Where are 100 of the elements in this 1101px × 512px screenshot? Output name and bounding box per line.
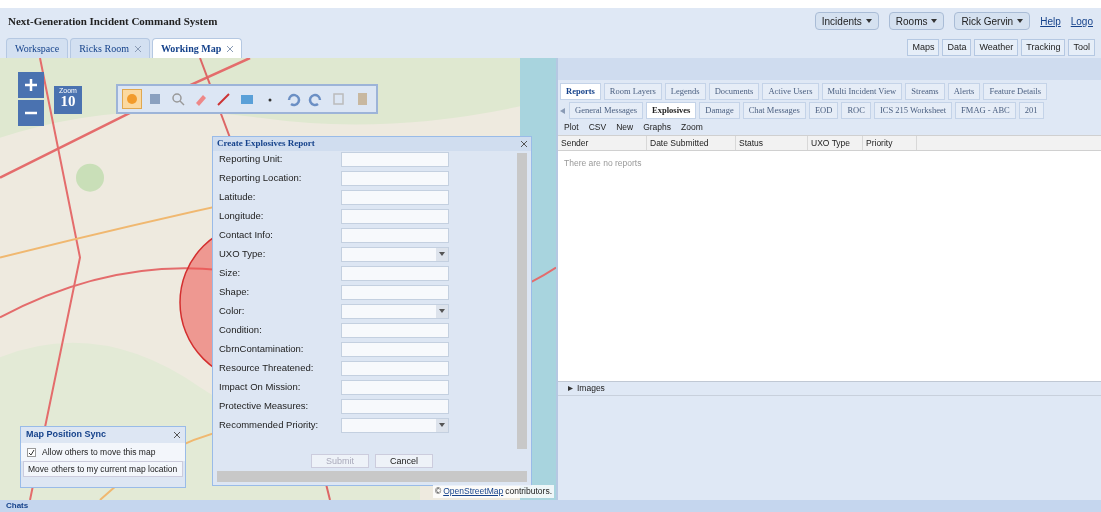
dropdown-icon [439,423,445,427]
scroll-left-icon[interactable] [560,107,566,114]
empty-message: There are no reports [564,158,642,168]
dropdown-icon [439,252,445,256]
tool-button[interactable]: Data [942,39,972,56]
field-label: Longitude: [219,208,265,223]
main-tab[interactable]: Ricks Room [70,38,150,58]
text-field[interactable] [341,379,449,395]
toolbar-button[interactable]: New [616,120,634,134]
sub-tab[interactable]: FMAG - ABC [955,102,1016,119]
column-header[interactable]: Status [736,136,808,150]
minus-icon [25,111,37,115]
pan-icon[interactable] [122,89,142,109]
menu-button[interactable]: Rick Gervin [954,12,1031,30]
panel-tab[interactable]: Streams [905,83,945,100]
field-label: Protective Measures: [219,398,310,413]
column-header[interactable]: Date Submitted [647,136,736,150]
status-bar[interactable]: Chats [6,500,29,512]
tool-button[interactable]: Weather [974,39,1019,56]
panel-tab[interactable]: Feature Details [983,83,1048,100]
column-header[interactable]: Priority [863,136,917,150]
menu-button[interactable]: Rooms [888,12,945,30]
dropdown-field[interactable] [341,303,449,319]
caret-icon [865,19,872,23]
main-tab[interactable]: Working Map [151,38,243,58]
panel-tab[interactable]: Room Layers [603,83,662,100]
field-label: Reporting Unit: [219,151,284,166]
sub-tab[interactable]: General Messages [569,102,644,119]
zoom-level: 10 [60,94,76,109]
text-field[interactable] [341,360,449,376]
field-label: Resource Threatened: [219,360,315,375]
panel-tab[interactable]: Multi Incident View [821,83,903,100]
field-label: Latitude: [219,189,257,204]
zoom-out-button[interactable] [18,100,44,126]
horizontal-scrollbar[interactable] [217,471,527,482]
header-link[interactable]: Logo [1070,13,1093,29]
sub-tab[interactable]: ROC [841,102,871,119]
toolbar-button[interactable]: Graphs [643,120,672,134]
text-field[interactable] [341,151,449,167]
tool-button[interactable]: Tracking [1021,39,1066,56]
close-icon[interactable] [227,45,234,52]
caret-icon [931,19,938,23]
plus-icon [25,79,37,91]
vertical-scrollbar[interactable] [517,153,527,449]
checkbox[interactable] [27,447,36,457]
copyright-symbol: © [434,485,442,498]
section-title[interactable]: Images [577,382,605,395]
sync-button[interactable]: Move others to my current map location [23,461,183,477]
app-title: Next-Generation Incident Command System [8,13,218,29]
sub-tab[interactable]: ICS 215 Worksheet [873,102,953,119]
field-label: Size: [219,265,242,280]
text-field[interactable] [341,227,449,243]
field-label: Reporting Location: [219,170,303,185]
field-label: Impact On Mission: [219,379,302,394]
dialog-title: Create Explosives Report [217,137,315,151]
zoom-in-button[interactable] [18,72,44,98]
toolbar-button[interactable]: CSV [588,120,607,134]
checkbox-label: Allow others to move this map [42,445,156,459]
panel-tab[interactable]: Active Users [762,83,819,100]
collapse-right-icon[interactable] [568,386,573,391]
panel-tab[interactable]: Legends [664,83,706,100]
menu-button[interactable]: Incidents [814,12,879,30]
text-field[interactable] [341,398,449,414]
caret-icon [1017,19,1024,23]
panel-title: Map Position Sync [26,428,106,442]
sub-tab[interactable]: Chat Messages [742,102,806,119]
sub-tab[interactable]: Explosives [646,102,697,119]
toolbar-button[interactable]: Zoom [681,120,703,134]
dialog-button[interactable]: Cancel [375,454,433,468]
header-link[interactable]: Help [1040,13,1061,29]
panel-tab[interactable]: Documents [708,83,760,100]
panel-tab[interactable]: Alerts [947,83,981,100]
field-label: Color: [219,303,246,318]
attribution-text: contributors. [505,485,552,498]
sub-tab[interactable]: Damage [699,102,740,119]
close-icon[interactable] [521,141,527,147]
main-tab[interactable]: Workspace [6,38,69,58]
toolbar-button[interactable]: Plot [564,120,579,134]
text-field[interactable] [341,208,449,224]
attribution-link[interactable]: OpenStreetMap [443,485,504,498]
text-field[interactable] [341,341,449,357]
column-header[interactable]: Sender [558,136,647,150]
text-field[interactable] [341,265,449,281]
field-label: CbrnContamination: [219,341,305,356]
tool-button[interactable]: Tool [1068,39,1095,56]
sub-tab[interactable]: EOD [808,102,839,119]
text-field[interactable] [341,322,449,338]
sub-tab[interactable]: 201 [1018,102,1044,119]
close-icon[interactable] [174,432,180,438]
dropdown-field[interactable] [341,417,449,433]
field-label: Contact Info: [219,227,274,242]
dropdown-field[interactable] [341,246,449,262]
column-header[interactable]: UXO Type [808,136,863,150]
text-field[interactable] [341,170,449,186]
panel-tab[interactable]: Reports [560,83,601,100]
text-field[interactable] [341,189,449,205]
field-label: UXO Type: [219,246,267,261]
field-label: Recommended Priority: [219,417,320,432]
tool-button[interactable]: Maps [907,39,940,56]
text-field[interactable] [341,284,449,300]
